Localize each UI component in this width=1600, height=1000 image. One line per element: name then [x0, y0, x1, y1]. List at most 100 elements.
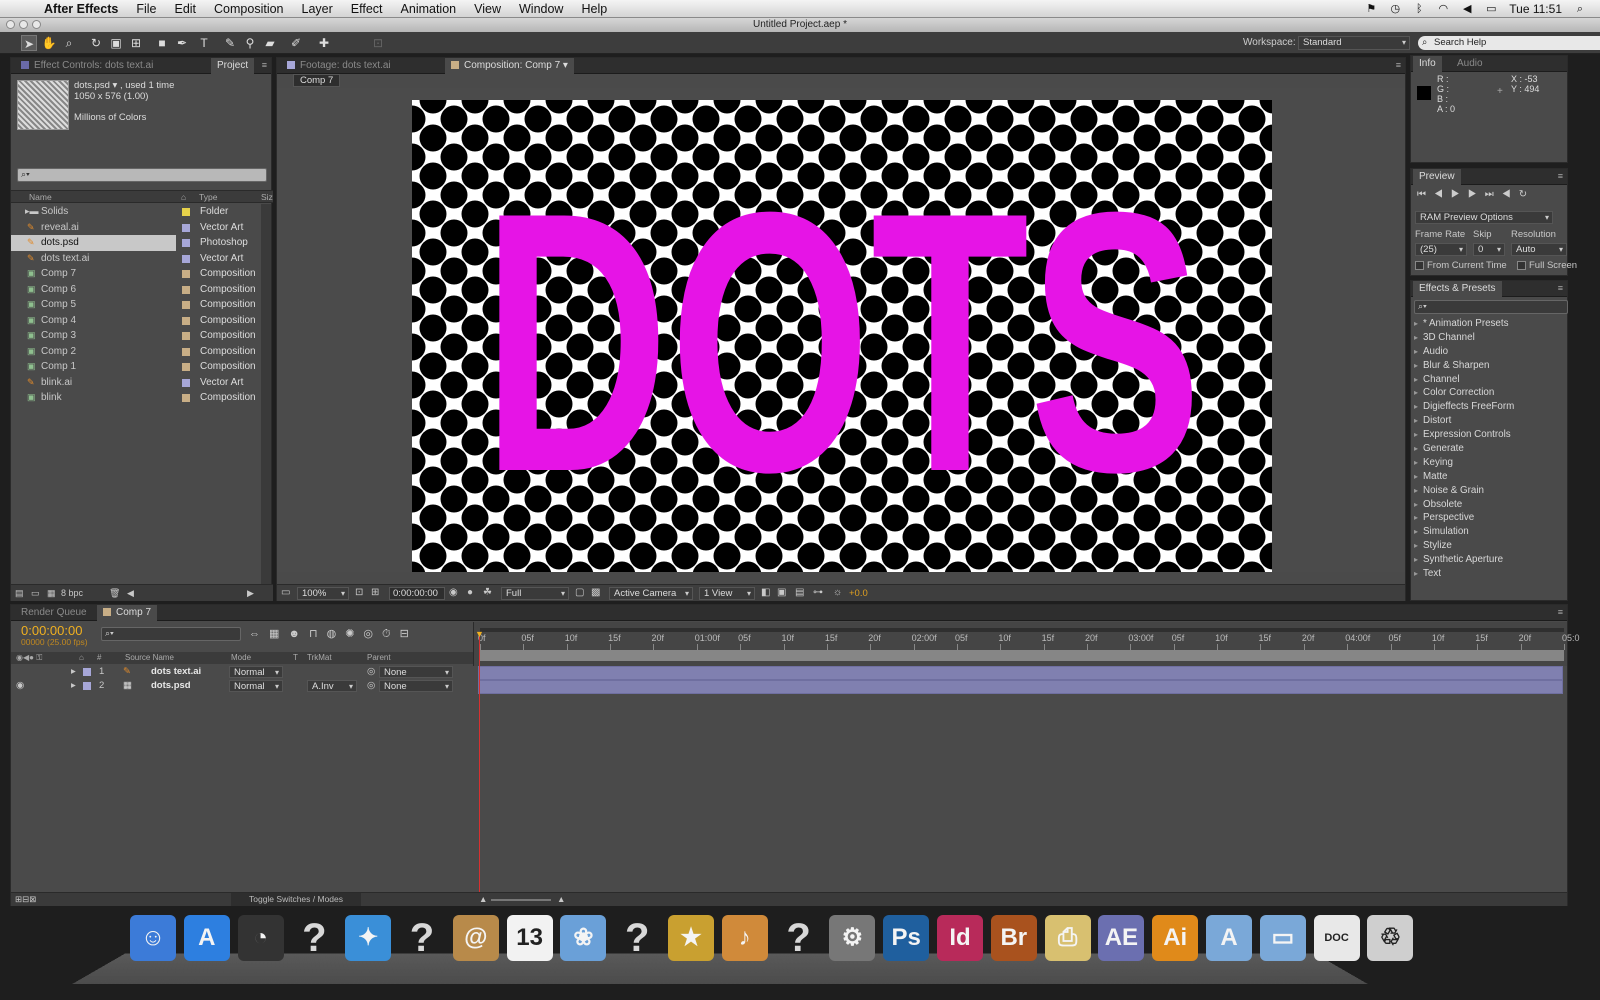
label-color-swatch[interactable] — [182, 394, 190, 402]
missing-app-4-dock-icon[interactable]: ? — [776, 915, 822, 961]
label-color-swatch[interactable] — [182, 347, 190, 356]
toggle-switches-modes[interactable]: Toggle Switches / Modes — [231, 893, 361, 906]
tab-audio[interactable]: Audio — [1451, 56, 1489, 72]
graph-editor-icon[interactable]: ◎ — [363, 628, 382, 640]
frame-blending-icon[interactable]: ⊓ — [309, 628, 327, 640]
tab-effect-controls[interactable]: Effect Controls: dots text.ai — [15, 58, 159, 74]
effects-category[interactable]: Simulation — [1411, 525, 1563, 539]
mute-icon[interactable]: ◀ — [1502, 189, 1519, 200]
menu-window[interactable]: Window — [510, 0, 572, 18]
viewer-area[interactable]: DOTS — [277, 88, 1405, 572]
expand-switches-icon[interactable]: ⊞⊟⊠ — [15, 893, 36, 906]
pen-tool-icon[interactable]: ✒ — [174, 35, 190, 51]
column-parent[interactable]: Parent — [367, 652, 391, 664]
label-color-swatch[interactable] — [182, 332, 190, 340]
documents-folder-dock-icon[interactable]: ▭ — [1259, 915, 1306, 961]
system-preferences-dock-icon[interactable]: ⚙ — [829, 915, 876, 961]
pixel-aspect-icon[interactable]: ◧ — [761, 587, 770, 598]
project-item[interactable]: ▸▬ Solids Folder — [11, 204, 261, 220]
address-book-dock-icon[interactable]: @ — [452, 915, 499, 961]
finder-dock-icon[interactable]: ☺ — [130, 915, 176, 961]
work-area[interactable] — [480, 650, 1564, 661]
previous-frame-icon[interactable]: ◀ — [1434, 189, 1451, 200]
bluetooth-icon[interactable]: ᛒ — [1413, 3, 1425, 15]
snapshot-icon[interactable]: ◉ — [449, 587, 458, 598]
interpret-footage-icon[interactable]: ▤ — [15, 585, 24, 601]
timeline-layer-row[interactable]: ▸ 1 ✎ dots text.ai Normal ◎ None — [11, 665, 481, 679]
panel-menu-icon[interactable]: ≡ — [1558, 607, 1563, 617]
printer-dock-icon[interactable]: ⎙ — [1044, 915, 1091, 961]
play-icon[interactable]: ▶ — [1451, 189, 1468, 200]
current-time-indicator[interactable] — [479, 633, 480, 893]
tab-effects-presets[interactable]: Effects & Presets — [1413, 281, 1502, 297]
project-item[interactable]: ▣ Comp 4 Composition — [11, 313, 261, 329]
track-matte-dropdown[interactable]: A.Inv — [307, 680, 357, 692]
column-size[interactable]: Siz — [261, 191, 273, 203]
zoom-out-icon[interactable]: ▲ — [479, 893, 487, 906]
battery-icon[interactable]: ▭ — [1485, 3, 1497, 15]
draft-3d-icon[interactable]: ▦ — [269, 628, 288, 640]
timeline-search-input[interactable]: ⌕▾ — [101, 627, 241, 641]
expand-arrow-icon[interactable]: ▸ — [71, 679, 76, 693]
camera-dropdown[interactable]: Active Camera — [609, 587, 693, 600]
scroll-right-icon[interactable]: ▶ — [247, 585, 254, 601]
delete-icon[interactable]: 🗑 — [109, 585, 120, 601]
ram-preview-options-dropdown[interactable]: RAM Preview Options — [1415, 211, 1553, 224]
label-color-swatch[interactable] — [182, 254, 190, 263]
volume-icon[interactable]: ◀ — [1461, 3, 1473, 15]
type-tool-icon[interactable]: T — [196, 35, 212, 51]
puppet-pin-tool-icon[interactable]: ✚ — [316, 35, 332, 51]
effects-category[interactable]: Expression Controls — [1411, 428, 1563, 442]
effects-category[interactable]: Perspective — [1411, 511, 1563, 525]
label-column-icon[interactable]: ⌂ — [181, 191, 186, 203]
label-color-swatch[interactable] — [182, 223, 190, 232]
tab-comp-7[interactable]: Comp 7 — [97, 605, 158, 621]
pick-whip-icon[interactable]: ◎ — [367, 665, 375, 679]
photoshop-dock-icon[interactable]: Ps — [883, 915, 930, 961]
av-features-icon[interactable]: ◉◀● ⚿ — [16, 652, 42, 664]
resolution-dropdown[interactable]: Full — [501, 587, 569, 600]
menu-help[interactable]: Help — [572, 0, 616, 18]
column-mode[interactable]: Mode — [231, 652, 251, 664]
timeline-layer-row[interactable]: ◉ ▸ 2 ▦ dots.psd Normal A.Inv ◎ None — [11, 679, 481, 693]
transparency-grid-icon[interactable]: ▩ — [591, 587, 600, 598]
menu-animation[interactable]: Animation — [392, 0, 466, 18]
app-store-dock-icon[interactable]: A — [183, 915, 230, 961]
effects-category[interactable]: 3D Channel — [1411, 331, 1563, 345]
layer-2-duration-bar[interactable] — [478, 680, 1563, 694]
project-item[interactable]: ✎ dots.psd Photoshop — [11, 235, 261, 251]
tab-render-queue[interactable]: Render Queue — [15, 605, 93, 621]
trash-dock-icon[interactable]: ♲ — [1367, 915, 1414, 961]
minimize-window-icon[interactable] — [19, 20, 28, 29]
label-column-icon[interactable]: ⌂ — [79, 652, 84, 664]
column-source-name[interactable]: Source Name — [125, 652, 174, 664]
loop-icon[interactable]: ↻ — [1519, 189, 1535, 200]
project-item[interactable]: ▣ Comp 5 Composition — [11, 297, 261, 313]
axis-mode-icon[interactable]: ⊡ — [370, 35, 386, 51]
effects-category[interactable]: Channel — [1411, 373, 1563, 387]
current-time-field[interactable]: 0:00:00:00 — [389, 587, 445, 600]
label-color-swatch[interactable] — [182, 285, 190, 294]
time-machine-icon[interactable]: ◷ — [1389, 3, 1401, 15]
tab-footage[interactable]: Footage: dots text.ai — [281, 58, 397, 74]
panel-menu-icon[interactable]: ≡ — [1558, 283, 1563, 293]
view-layout-dropdown[interactable]: 1 View — [699, 587, 755, 600]
zoom-in-icon[interactable]: ▲ — [557, 893, 565, 906]
time-ruler-area[interactable]: 0f 05f 10f 15f 20f 01:00f 05f 10f 15f 20f 02:00f 05… — [473, 622, 1580, 666]
imovie-dock-icon[interactable]: ★ — [668, 915, 714, 961]
pan-behind-tool-icon[interactable]: ⊞ — [128, 35, 144, 51]
project-item[interactable]: ▣ Comp 7 Composition — [11, 266, 261, 282]
project-search-input[interactable]: ⌕▾ — [17, 168, 267, 182]
comp-breadcrumb[interactable]: Comp 7 — [293, 74, 341, 87]
stopwatch-icon[interactable]: ⏱ — [382, 628, 400, 640]
eraser-tool-icon[interactable]: ▰ — [262, 35, 278, 51]
brush-tool-icon[interactable]: ✎ — [222, 35, 238, 51]
fast-previews-icon[interactable]: ▣ — [777, 587, 786, 598]
layer-name[interactable]: dots text.ai — [151, 665, 201, 679]
scroll-left-icon[interactable]: ◀ — [127, 585, 134, 601]
effects-category[interactable]: Generate — [1411, 442, 1563, 456]
time-indicator-handle-icon[interactable]: ▼ — [475, 629, 484, 639]
selection-tool-icon[interactable]: ➤ — [21, 35, 37, 51]
last-frame-icon[interactable]: ⏭ — [1485, 189, 1502, 200]
effects-category[interactable]: Matte — [1411, 470, 1563, 484]
